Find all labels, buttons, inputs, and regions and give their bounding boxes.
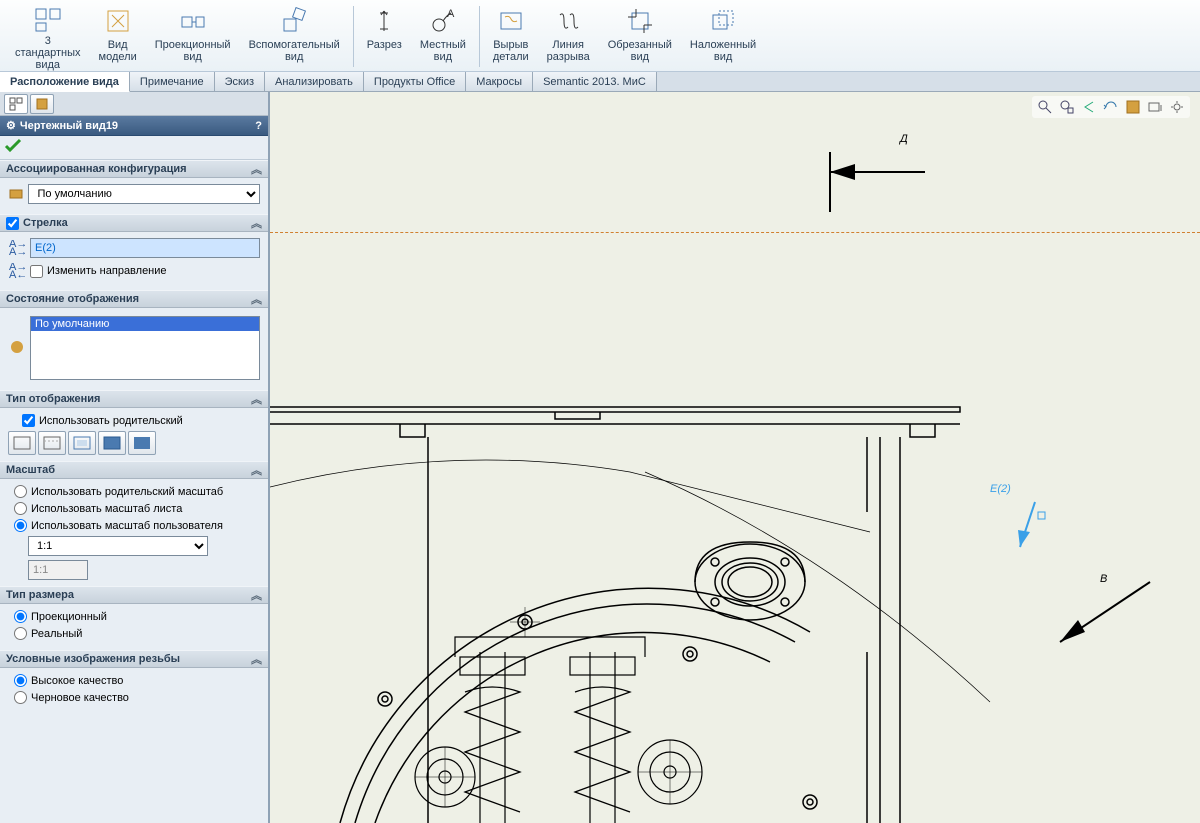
tab-office[interactable]: Продукты Office bbox=[364, 72, 466, 91]
style-wireframe[interactable] bbox=[8, 431, 36, 455]
scale-sheet-radio[interactable] bbox=[14, 502, 27, 515]
confirm-row bbox=[0, 136, 268, 160]
chevron-up-icon: ︽ bbox=[251, 161, 262, 177]
dim-projected-radio[interactable] bbox=[14, 610, 27, 623]
reverse-direction-label: Изменить направление bbox=[47, 265, 167, 277]
scale-text-input bbox=[28, 560, 88, 580]
gear-icon: ⚙ bbox=[6, 119, 16, 132]
config-combo[interactable]: По умолчанию bbox=[28, 184, 260, 204]
ribbon-break-line[interactable]: Линияразрыва bbox=[538, 2, 599, 71]
detail-view-icon: A bbox=[427, 5, 459, 37]
section-scale-head[interactable]: Масштаб ︽ bbox=[0, 461, 268, 479]
panel-tab-row bbox=[0, 92, 268, 116]
dim-true-radio[interactable] bbox=[14, 627, 27, 640]
svg-text:A: A bbox=[447, 8, 455, 20]
panel-tab-feature[interactable] bbox=[4, 94, 28, 114]
ribbon-model-view[interactable]: Видмодели bbox=[90, 2, 146, 71]
style-shaded[interactable] bbox=[128, 431, 156, 455]
thread-draft-radio[interactable] bbox=[14, 691, 27, 704]
config-icon bbox=[8, 185, 24, 203]
svg-text:Е(2): Е(2) bbox=[990, 483, 1011, 495]
svg-text:В: В bbox=[1100, 573, 1107, 585]
break-line-icon bbox=[552, 5, 584, 37]
section-dim-type-head[interactable]: Тип размера ︽ bbox=[0, 586, 268, 604]
help-button[interactable]: ? bbox=[255, 120, 262, 132]
scale-parent-radio[interactable] bbox=[14, 485, 27, 498]
panel-title-bar: ⚙ Чертежный вид19 ? bbox=[0, 116, 268, 136]
chevron-up-icon: ︽ bbox=[251, 587, 262, 603]
display-state-listbox[interactable]: По умолчанию bbox=[30, 316, 260, 380]
tab-evaluate[interactable]: Анализировать bbox=[265, 72, 364, 91]
style-hidden-removed[interactable] bbox=[68, 431, 96, 455]
ribbon-projection-view[interactable]: Проекционныйвид bbox=[146, 2, 240, 71]
tab-semantic[interactable]: Semantic 2013. МиС bbox=[533, 72, 657, 91]
panel-title: Чертежный вид19 bbox=[20, 120, 118, 132]
property-panel: ⚙ Чертежный вид19 ? Ассоциированная конф… bbox=[0, 92, 270, 823]
broken-out-icon bbox=[495, 5, 527, 37]
chevron-up-icon: ︽ bbox=[251, 215, 262, 231]
svg-text:A→: A→ bbox=[9, 246, 25, 256]
thread-high-radio[interactable] bbox=[14, 674, 27, 687]
standard-views-icon bbox=[32, 5, 64, 33]
ribbon-3-standard-views[interactable]: 3стандартных вида bbox=[6, 2, 90, 71]
tab-view-layout[interactable]: Расположение вида bbox=[0, 72, 130, 92]
ribbon-toolbar: 3стандартных вида Видмодели Проекционный… bbox=[0, 0, 1200, 72]
model-view-icon bbox=[102, 5, 134, 37]
arrow-label-icon: A→A→ bbox=[8, 239, 26, 257]
chevron-up-icon: ︽ bbox=[251, 391, 262, 407]
use-parent-style-checkbox[interactable] bbox=[22, 414, 35, 427]
alternate-view-icon bbox=[707, 5, 739, 37]
list-item[interactable]: По умолчанию bbox=[31, 317, 259, 331]
drawing-canvas[interactable]: Д bbox=[270, 92, 1200, 823]
scale-combo[interactable]: 1:1 bbox=[28, 536, 208, 556]
panel-tab-property[interactable] bbox=[30, 94, 54, 114]
section-config-head[interactable]: Ассоциированная конфигурация ︽ bbox=[0, 160, 268, 178]
reverse-direction-checkbox[interactable] bbox=[30, 265, 43, 278]
chevron-up-icon: ︽ bbox=[251, 651, 262, 667]
scale-user-radio[interactable] bbox=[14, 519, 27, 532]
svg-text:Д: Д bbox=[898, 133, 908, 145]
ribbon-alternate-view[interactable]: Наложенныйвид bbox=[681, 2, 765, 71]
svg-text:A←: A← bbox=[9, 269, 25, 279]
style-shaded-edges[interactable] bbox=[98, 431, 126, 455]
arrow-reverse-icon: A→A← bbox=[8, 262, 26, 280]
auxiliary-view-icon bbox=[278, 5, 310, 37]
crop-view-icon bbox=[624, 5, 656, 37]
arrow-label-input[interactable] bbox=[30, 238, 260, 258]
section-display-type-head[interactable]: Тип отображения ︽ bbox=[0, 390, 268, 408]
ribbon-detail-view[interactable]: A Местныйвид bbox=[411, 2, 475, 71]
tab-annotation[interactable]: Примечание bbox=[130, 72, 215, 91]
ribbon-crop-view[interactable]: Обрезанныйвид bbox=[599, 2, 681, 71]
ribbon-section[interactable]: Разрез bbox=[358, 2, 411, 71]
chevron-up-icon: ︽ bbox=[251, 291, 262, 307]
projection-view-icon bbox=[177, 5, 209, 37]
section-icon bbox=[368, 5, 400, 37]
arrow-checkbox[interactable] bbox=[6, 217, 19, 230]
section-thread-head[interactable]: Условные изображения резьбы ︽ bbox=[0, 650, 268, 668]
ok-check-icon[interactable] bbox=[4, 138, 22, 154]
chevron-up-icon: ︽ bbox=[251, 462, 262, 478]
section-display-state-head[interactable]: Состояние отображения ︽ bbox=[0, 290, 268, 308]
tab-macros[interactable]: Макросы bbox=[466, 72, 533, 91]
ribbon-auxiliary-view[interactable]: Вспомогательныйвид bbox=[240, 2, 349, 71]
ribbon-broken-out[interactable]: Вырывдетали bbox=[484, 2, 538, 71]
display-state-icon bbox=[8, 338, 26, 356]
command-tabbar: Расположение вида Примечание Эскиз Анали… bbox=[0, 72, 1200, 92]
tab-sketch[interactable]: Эскиз bbox=[215, 72, 265, 91]
drawing-svg: Д bbox=[270, 92, 1200, 823]
style-hidden-visible[interactable] bbox=[38, 431, 66, 455]
section-arrow-head[interactable]: Стрелка ︽ bbox=[0, 214, 268, 232]
